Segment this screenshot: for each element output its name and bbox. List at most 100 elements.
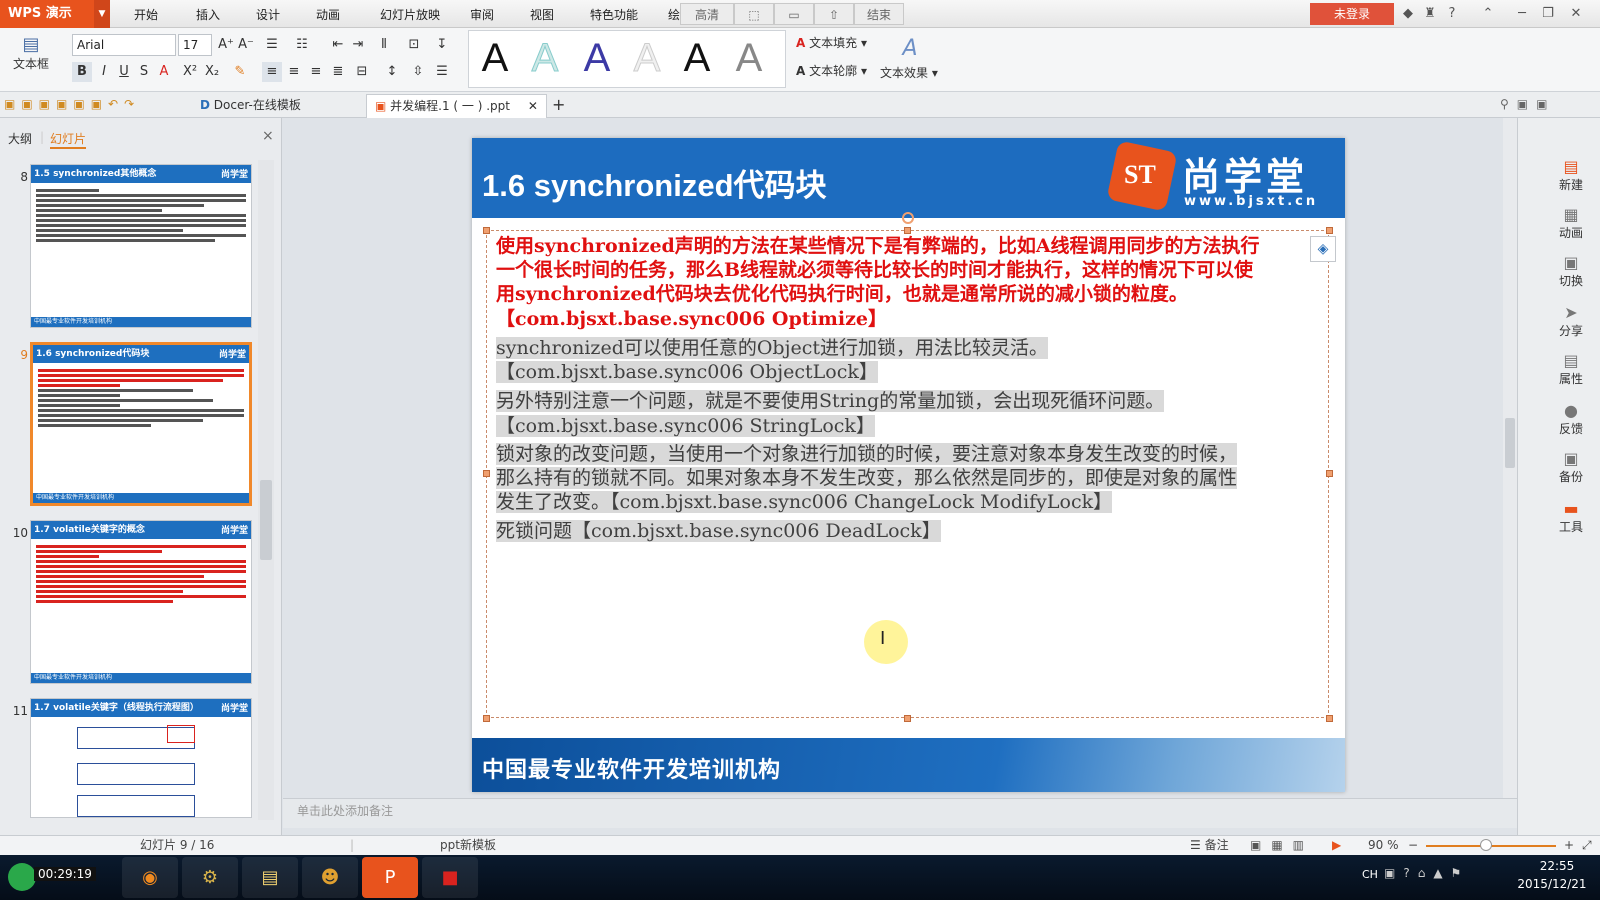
scrollbar-thumb[interactable]: [260, 480, 272, 560]
bullet-list-icon[interactable]: ☰: [262, 35, 282, 55]
slide-text-line[interactable]: 一个很长时间的任务，那么B线程就必须等待比较长的时间才能执行，这样的情况下可以使: [496, 258, 1253, 282]
canvas-scrollbar[interactable]: [1503, 118, 1517, 798]
resize-handle[interactable]: [483, 470, 490, 477]
clear-format-icon[interactable]: ✎: [230, 62, 250, 82]
slideshow-icon[interactable]: ▶: [1332, 836, 1341, 855]
columns-icon[interactable]: ⫴: [374, 35, 394, 55]
hd-button[interactable]: 高清: [680, 3, 734, 25]
text-style-5[interactable]: A: [672, 34, 722, 82]
slide-text-line[interactable]: 【com.bjsxt.base.sync006 StringLock】: [496, 414, 875, 438]
tab-docer[interactable]: D Docer-在线模板 ✕: [192, 94, 385, 118]
menu-slideshow[interactable]: 幻灯片放映: [370, 0, 450, 28]
zoom-out-icon[interactable]: −: [1408, 836, 1418, 855]
shrink-font-icon[interactable]: A⁻: [236, 35, 256, 55]
slide-text-line[interactable]: 发生了改变。【com.bjsxt.base.sync006 ChangeLock…: [496, 490, 1113, 514]
para-settings-icon[interactable]: ☰: [432, 62, 452, 82]
recorder-icon[interactable]: ■: [422, 857, 478, 898]
slide-text-line[interactable]: 那么持有的锁就不同。如果对象本身不发生改变，那么依然是同步的，即使是对象的属性: [496, 466, 1238, 490]
quick-access-icons[interactable]: ▣▣▣▣▣▣↶↷: [4, 97, 140, 111]
text-outline-button[interactable]: A 文本轮廓 ▾: [796, 62, 867, 79]
rotate-handle[interactable]: [902, 212, 914, 224]
zoom-slider-thumb[interactable]: [1480, 839, 1492, 851]
align-box-icon[interactable]: ⊡: [404, 35, 424, 55]
grow-font-icon[interactable]: A⁺: [216, 35, 236, 55]
text-direction-icon[interactable]: ↧: [432, 35, 452, 55]
screen-icon[interactable]: ⬚: [734, 3, 774, 25]
explorer-icon[interactable]: ▤: [242, 857, 298, 898]
resize-handle[interactable]: [1326, 715, 1333, 722]
tab-close-icon[interactable]: ✕: [528, 99, 538, 113]
line-spacing-icon[interactable]: ↕: [382, 62, 402, 82]
menu-design[interactable]: 设计: [246, 0, 290, 28]
resize-handle[interactable]: [904, 715, 911, 722]
number-list-icon[interactable]: ☷: [292, 35, 312, 55]
minimize-icon[interactable]: ─: [1512, 4, 1532, 24]
distribute-icon[interactable]: ⊟: [352, 62, 372, 82]
tool-share[interactable]: ➤ 分享: [1546, 304, 1596, 339]
thumbs-scrollbar[interactable]: [258, 160, 274, 820]
resize-handle[interactable]: [483, 227, 490, 234]
superscript-icon[interactable]: X²: [180, 62, 200, 82]
wps-taskbar-icon[interactable]: P: [362, 857, 418, 898]
slide-thumbnail[interactable]: 1.7 volatile关键字的概念 尚学堂 中国最专业软件开发培训机构: [30, 520, 252, 684]
align-left-icon[interactable]: ≡: [262, 62, 282, 82]
resize-handle[interactable]: [1326, 227, 1333, 234]
tool-animation[interactable]: ▦ 动画: [1546, 206, 1596, 241]
menu-view[interactable]: 视图: [520, 0, 564, 28]
slide-text-line[interactable]: 使用synchronized声明的方法在某些情况下是有弊端的，比如A线程调用同步…: [496, 234, 1260, 258]
tool-feedback[interactable]: ● 反馈: [1546, 402, 1596, 437]
firefox-icon[interactable]: ◉: [122, 857, 178, 898]
text-style-6[interactable]: A: [724, 34, 774, 82]
close-icon[interactable]: ✕: [1566, 4, 1586, 24]
font-size-select[interactable]: 17: [178, 34, 212, 56]
tool-transition[interactable]: ▣ 切换: [1546, 254, 1596, 289]
skin-icon[interactable]: ◆: [1398, 4, 1418, 24]
text-effect-button[interactable]: 文本效果 ▾: [880, 64, 938, 81]
underline-icon[interactable]: U: [114, 62, 134, 82]
slide-text-line[interactable]: 【com.bjsxt.base.sync006 Optimize】: [496, 307, 887, 331]
tab-outline[interactable]: 大纲: [8, 130, 32, 147]
help-icon[interactable]: ?: [1442, 4, 1462, 24]
justify-icon[interactable]: ≣: [328, 62, 348, 82]
subscript-icon[interactable]: X₂: [202, 62, 222, 82]
shirt-icon[interactable]: ♜: [1420, 4, 1440, 24]
ribbon-collapse-icon[interactable]: ⌃: [1478, 4, 1498, 24]
text-fill-button[interactable]: A 文本填充 ▾: [796, 34, 867, 51]
slide-text-line[interactable]: 另外特别注意一个问题，就是不要使用String的常量加锁，会出现死循环问题。: [496, 389, 1165, 413]
notes-toggle[interactable]: ☰ 备注: [1190, 836, 1229, 855]
slide[interactable]: 1.6 synchronized代码块 ST 尚学堂 www.bjsxt.cn …: [472, 138, 1345, 792]
tool-backup[interactable]: ▣ 备份: [1546, 450, 1596, 485]
resize-handle[interactable]: [904, 227, 911, 234]
indent-increase-icon[interactable]: ⇥: [348, 35, 368, 55]
resize-handle[interactable]: [1326, 470, 1333, 477]
para-spacing-icon[interactable]: ⇳: [408, 62, 428, 82]
menu-animation[interactable]: 动画: [306, 0, 350, 28]
text-style-1[interactable]: A: [470, 34, 520, 82]
end-button[interactable]: 结束: [854, 3, 904, 25]
resize-handle[interactable]: [483, 715, 490, 722]
text-style-3[interactable]: A: [572, 34, 622, 82]
text-style-4[interactable]: A: [622, 34, 672, 82]
slide-text-line[interactable]: 死锁问题【com.bjsxt.base.sync006 DeadLock】: [496, 519, 941, 543]
bold-icon[interactable]: B: [72, 62, 92, 82]
slide-thumbnail[interactable]: 1.5 synchronized其他概念 尚学堂 中国最专业软件开发培训机构: [30, 164, 252, 328]
indent-decrease-icon[interactable]: ⇤: [328, 35, 348, 55]
maximize-icon[interactable]: ❐: [1538, 4, 1558, 24]
text-effect-icon[interactable]: A: [880, 36, 940, 61]
new-tab-button[interactable]: +: [544, 94, 573, 118]
slide-text-line[interactable]: 【com.bjsxt.base.sync006 ObjectLock】: [496, 360, 878, 384]
start-button-icon[interactable]: [8, 863, 36, 891]
zoom-in-icon[interactable]: +: [1564, 836, 1574, 855]
tool-tools[interactable]: ▬ 工具: [1546, 500, 1596, 535]
close-panel-icon[interactable]: ×: [262, 128, 274, 144]
layers-icon[interactable]: ◈: [1310, 236, 1336, 262]
upload-icon[interactable]: ⇧: [814, 3, 854, 25]
slide-text-line[interactable]: 锁对象的改变问题，当使用一个对象进行加锁的时候，要注意对象本身发生改变的时候，: [496, 442, 1238, 466]
input-lang[interactable]: CH: [1362, 868, 1378, 881]
scrollbar-thumb[interactable]: [1505, 418, 1515, 468]
clock-date[interactable]: 2015/12/21: [1512, 877, 1592, 891]
login-button[interactable]: 未登录: [1310, 3, 1394, 25]
strike-icon[interactable]: S: [134, 62, 154, 82]
clock-time[interactable]: 22:55: [1522, 859, 1592, 873]
text-style-2[interactable]: A: [520, 34, 570, 82]
